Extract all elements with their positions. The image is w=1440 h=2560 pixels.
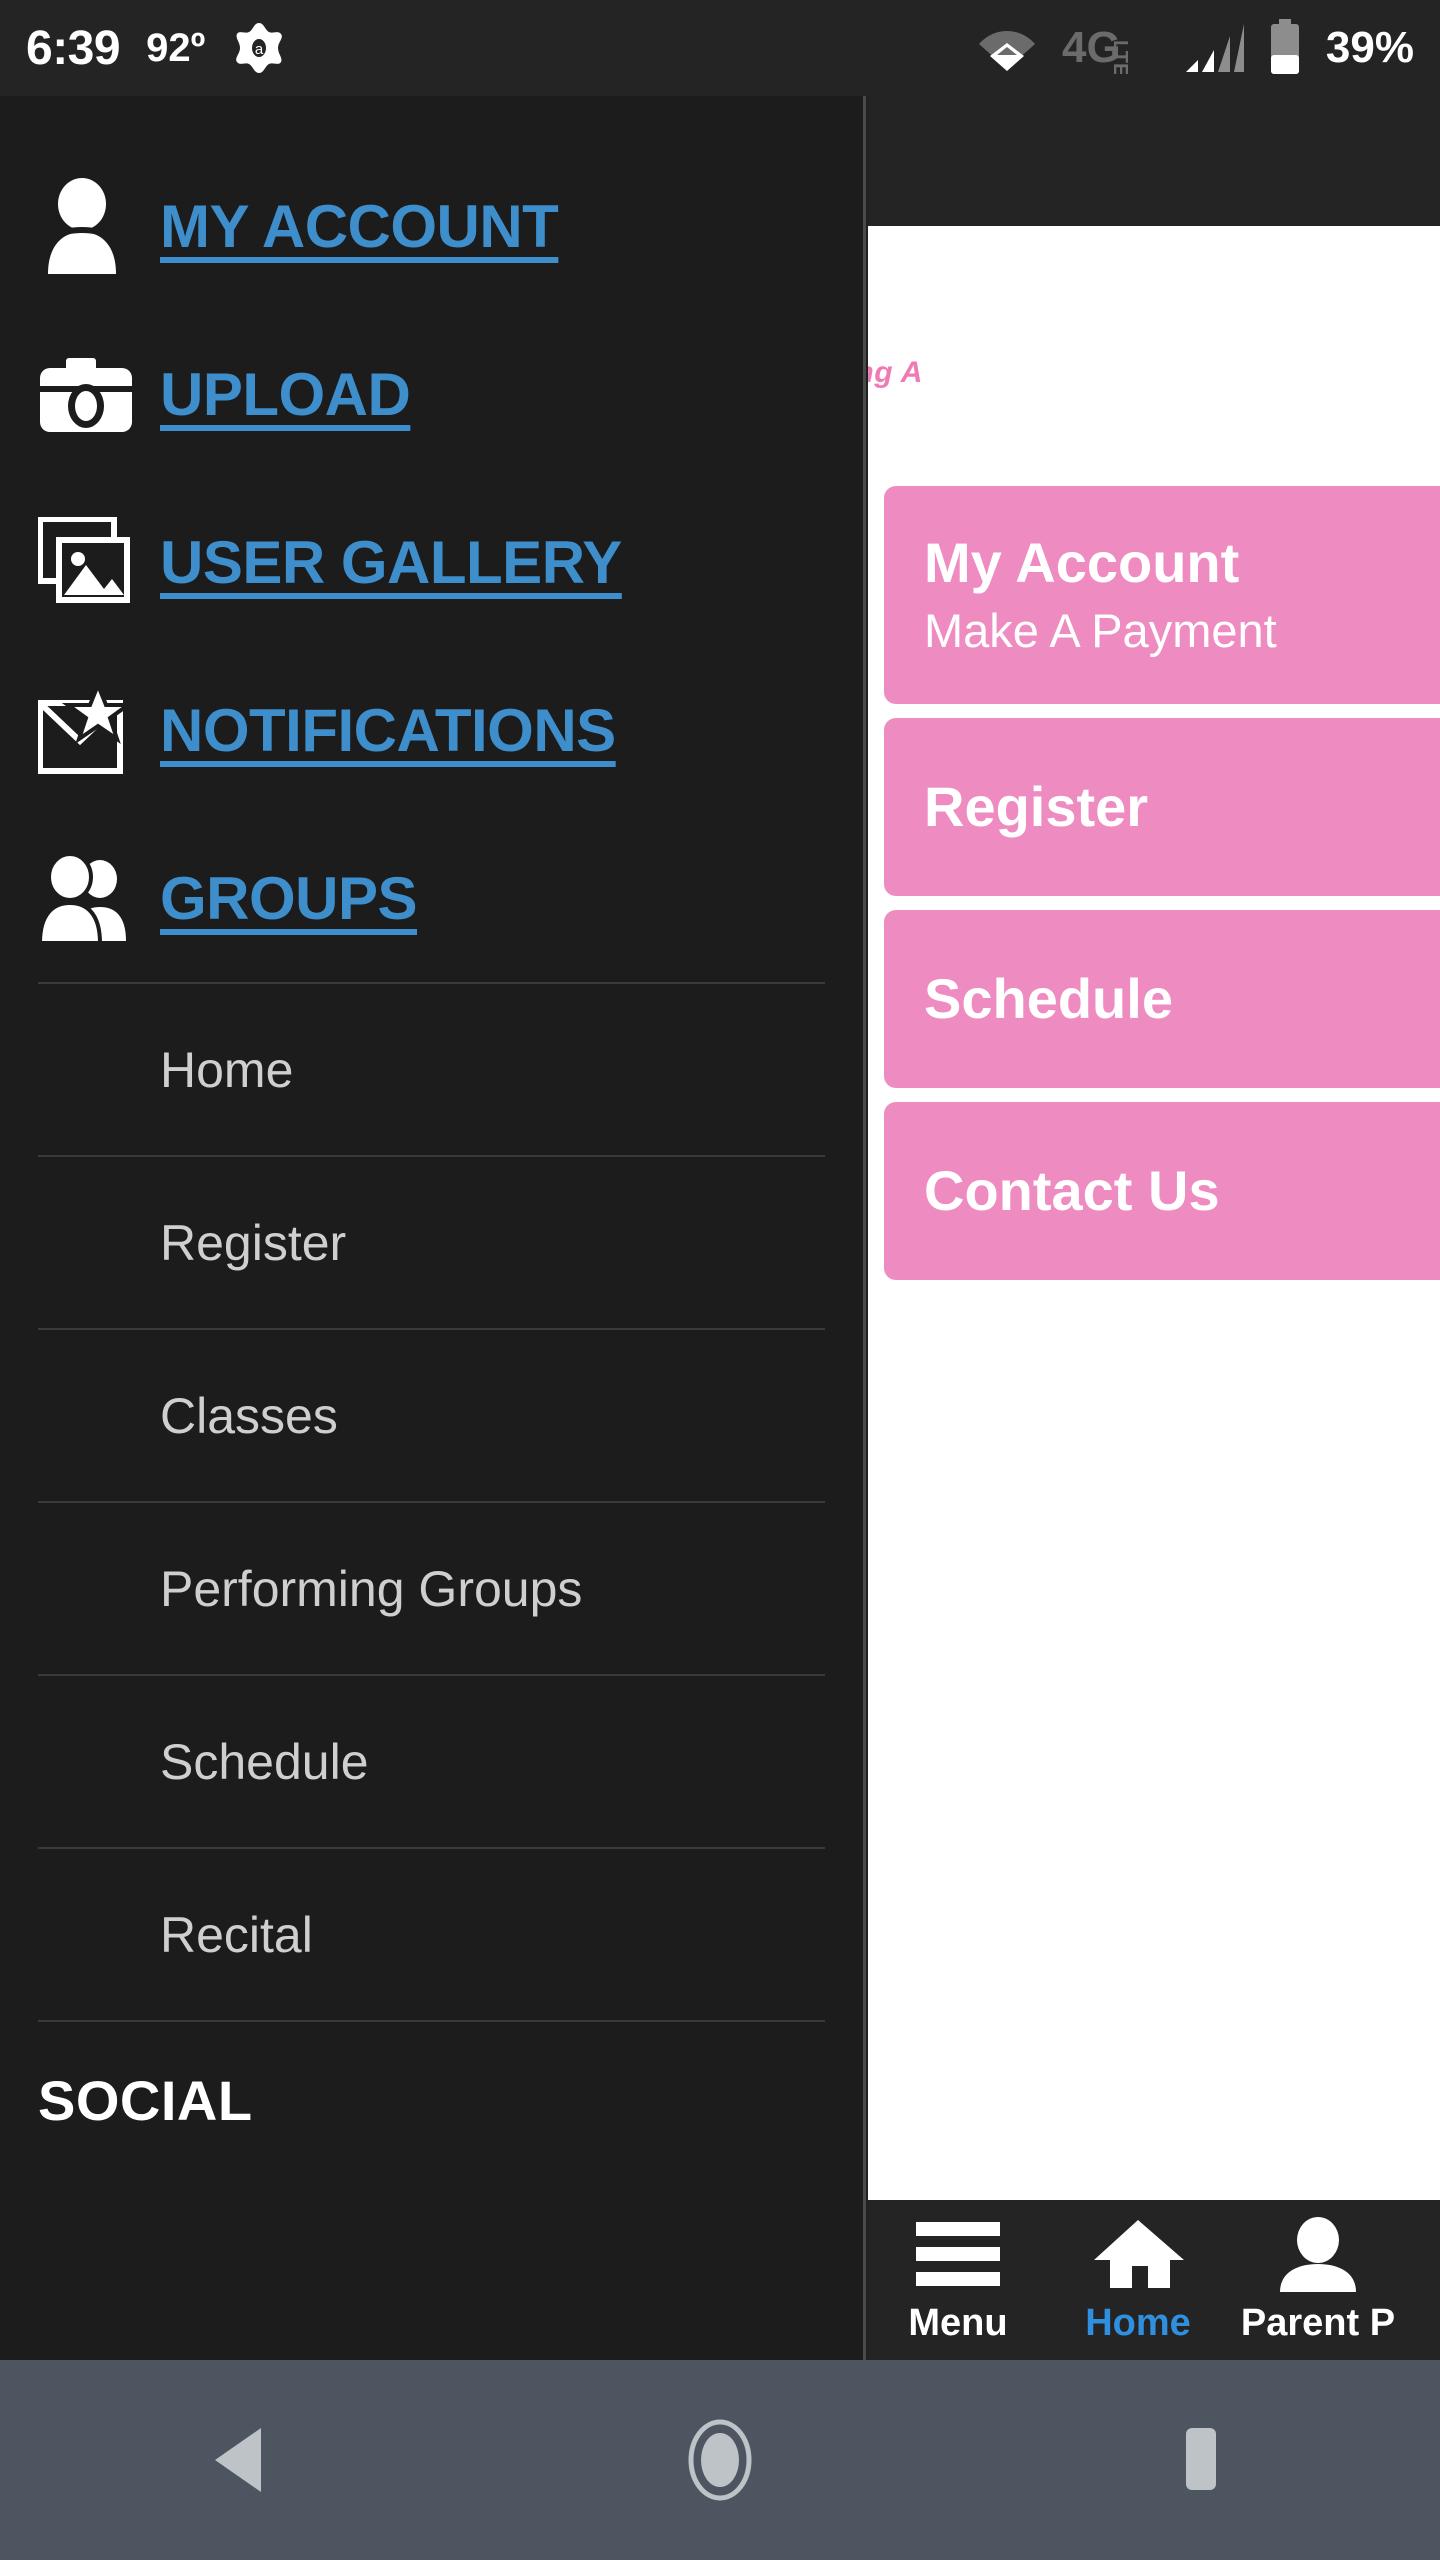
status-temperature: 92º: [146, 25, 206, 70]
drawer-subitem-label: Schedule: [160, 1733, 369, 1790]
card-title: My Account: [924, 531, 1240, 594]
card-register[interactable]: Register: [884, 718, 1440, 896]
person-icon: [1270, 2216, 1366, 2292]
recents-button[interactable]: [1100, 2360, 1300, 2560]
card-contact-us[interactable]: Contact Us: [884, 1102, 1440, 1280]
drawer-subitem-recital[interactable]: Recital: [0, 1849, 863, 2020]
drawer-item-notifications[interactable]: NOTIFICATIONS: [0, 646, 863, 814]
svg-text:LTE: LTE: [1109, 40, 1131, 74]
drawer-primary-links: MY ACCOUNT UPLOAD USER GALLERY NOTIFICAT…: [0, 96, 863, 2133]
back-button[interactable]: [140, 2360, 340, 2560]
envelope-star-icon: [38, 682, 134, 778]
drawer-subitem-performing-groups[interactable]: Performing Groups: [0, 1503, 863, 1674]
status-clock: 6:39: [26, 21, 121, 75]
nav-item-menu[interactable]: Menu: [868, 2216, 1048, 2345]
drawer-item-label: UPLOAD: [160, 360, 411, 428]
house-icon: [1090, 2216, 1186, 2292]
user-icon: [38, 178, 134, 274]
drawer-item-upload[interactable]: UPLOAD: [0, 310, 863, 478]
home-button[interactable]: [620, 2360, 820, 2560]
drawer-item-label: MY ACCOUNT: [160, 192, 559, 260]
back-triangle-icon: [205, 2422, 275, 2498]
drawer-subitem-label: Recital: [160, 1906, 313, 1963]
drawer-section-social: SOCIAL: [38, 2069, 253, 2132]
camera-icon: [38, 346, 134, 442]
card-title: Contact Us: [924, 1158, 1220, 1222]
drawer-subitem-classes[interactable]: Classes: [0, 1330, 863, 1501]
card-title: Register: [924, 774, 1149, 838]
home-circle-icon: [679, 2418, 761, 2502]
svg-text:a: a: [255, 41, 264, 58]
recents-square-icon: [1168, 2422, 1232, 2498]
battery-percent: 39%: [1325, 23, 1414, 72]
app-content-pane: PA Performing A My Account Make A Paymen…: [868, 96, 1440, 2360]
app-top-bar: [868, 96, 1440, 226]
nav-item-home[interactable]: Home: [1048, 2216, 1228, 2345]
network-4glte-icon: 4G LTE: [1062, 22, 1158, 76]
hamburger-icon: [910, 2216, 1006, 2292]
card-my-account[interactable]: My Account Make A Payment: [884, 486, 1440, 704]
drawer-item-label: NOTIFICATIONS: [160, 696, 616, 764]
drawer-subitem-home[interactable]: Home: [0, 984, 863, 1155]
phone-screen: 6:39 92º a 4G LTE 39% g A My Account Mak…: [0, 0, 1440, 2560]
drawer-item-label: GROUPS: [160, 864, 418, 932]
nav-item-label: Parent P: [1240, 2302, 1396, 2344]
status-bar: 6:39 92º a 4G LTE 39%: [0, 0, 1440, 96]
wifi-icon: [976, 23, 1038, 73]
drawer-subitem-schedule[interactable]: Schedule: [0, 1676, 863, 1847]
card-title: Schedule: [924, 966, 1173, 1030]
people-icon: [38, 850, 134, 946]
drawer-item-my-account[interactable]: MY ACCOUNT: [0, 142, 863, 310]
drawer-subitem-label: Register: [160, 1214, 347, 1271]
bottom-navigation-bar: Menu Home Parent P: [868, 2200, 1440, 2360]
navigation-drawer: MY ACCOUNT UPLOAD USER GALLERY NOTIFICAT…: [0, 96, 866, 2360]
card-schedule[interactable]: Schedule: [884, 910, 1440, 1088]
drawer-subitem-label: Home: [160, 1041, 294, 1098]
drawer-item-groups[interactable]: GROUPS: [0, 814, 863, 982]
nav-item-label: Home: [1085, 2302, 1191, 2344]
status-bar-right: 4G LTE 39%: [976, 19, 1414, 77]
signal-bars-icon: [1182, 22, 1244, 74]
drawer-subitem-label: Performing Groups: [160, 1560, 583, 1617]
status-bar-left: 6:39 92º a: [26, 20, 287, 76]
avast-icon: a: [231, 20, 287, 76]
android-system-nav: [0, 2360, 1440, 2560]
drawer-subitem-register[interactable]: Register: [0, 1157, 863, 1328]
battery-icon: [1268, 19, 1302, 77]
drawer-subitem-label: Classes: [160, 1387, 338, 1444]
drawer-item-label: USER GALLERY: [160, 528, 622, 596]
drawer-item-user-gallery[interactable]: USER GALLERY: [0, 478, 863, 646]
site-logo: PA Performing A: [868, 226, 1440, 476]
nav-item-label: Menu: [908, 2302, 1008, 2344]
nav-item-parent-portal[interactable]: Parent P: [1228, 2216, 1408, 2345]
quick-link-cards: My Account Make A Payment Register Sched…: [868, 486, 1440, 1294]
photo-gallery-icon: [38, 514, 134, 610]
logo-tagline: Performing A: [868, 356, 923, 389]
card-subtitle: Make A Payment: [924, 603, 1277, 657]
